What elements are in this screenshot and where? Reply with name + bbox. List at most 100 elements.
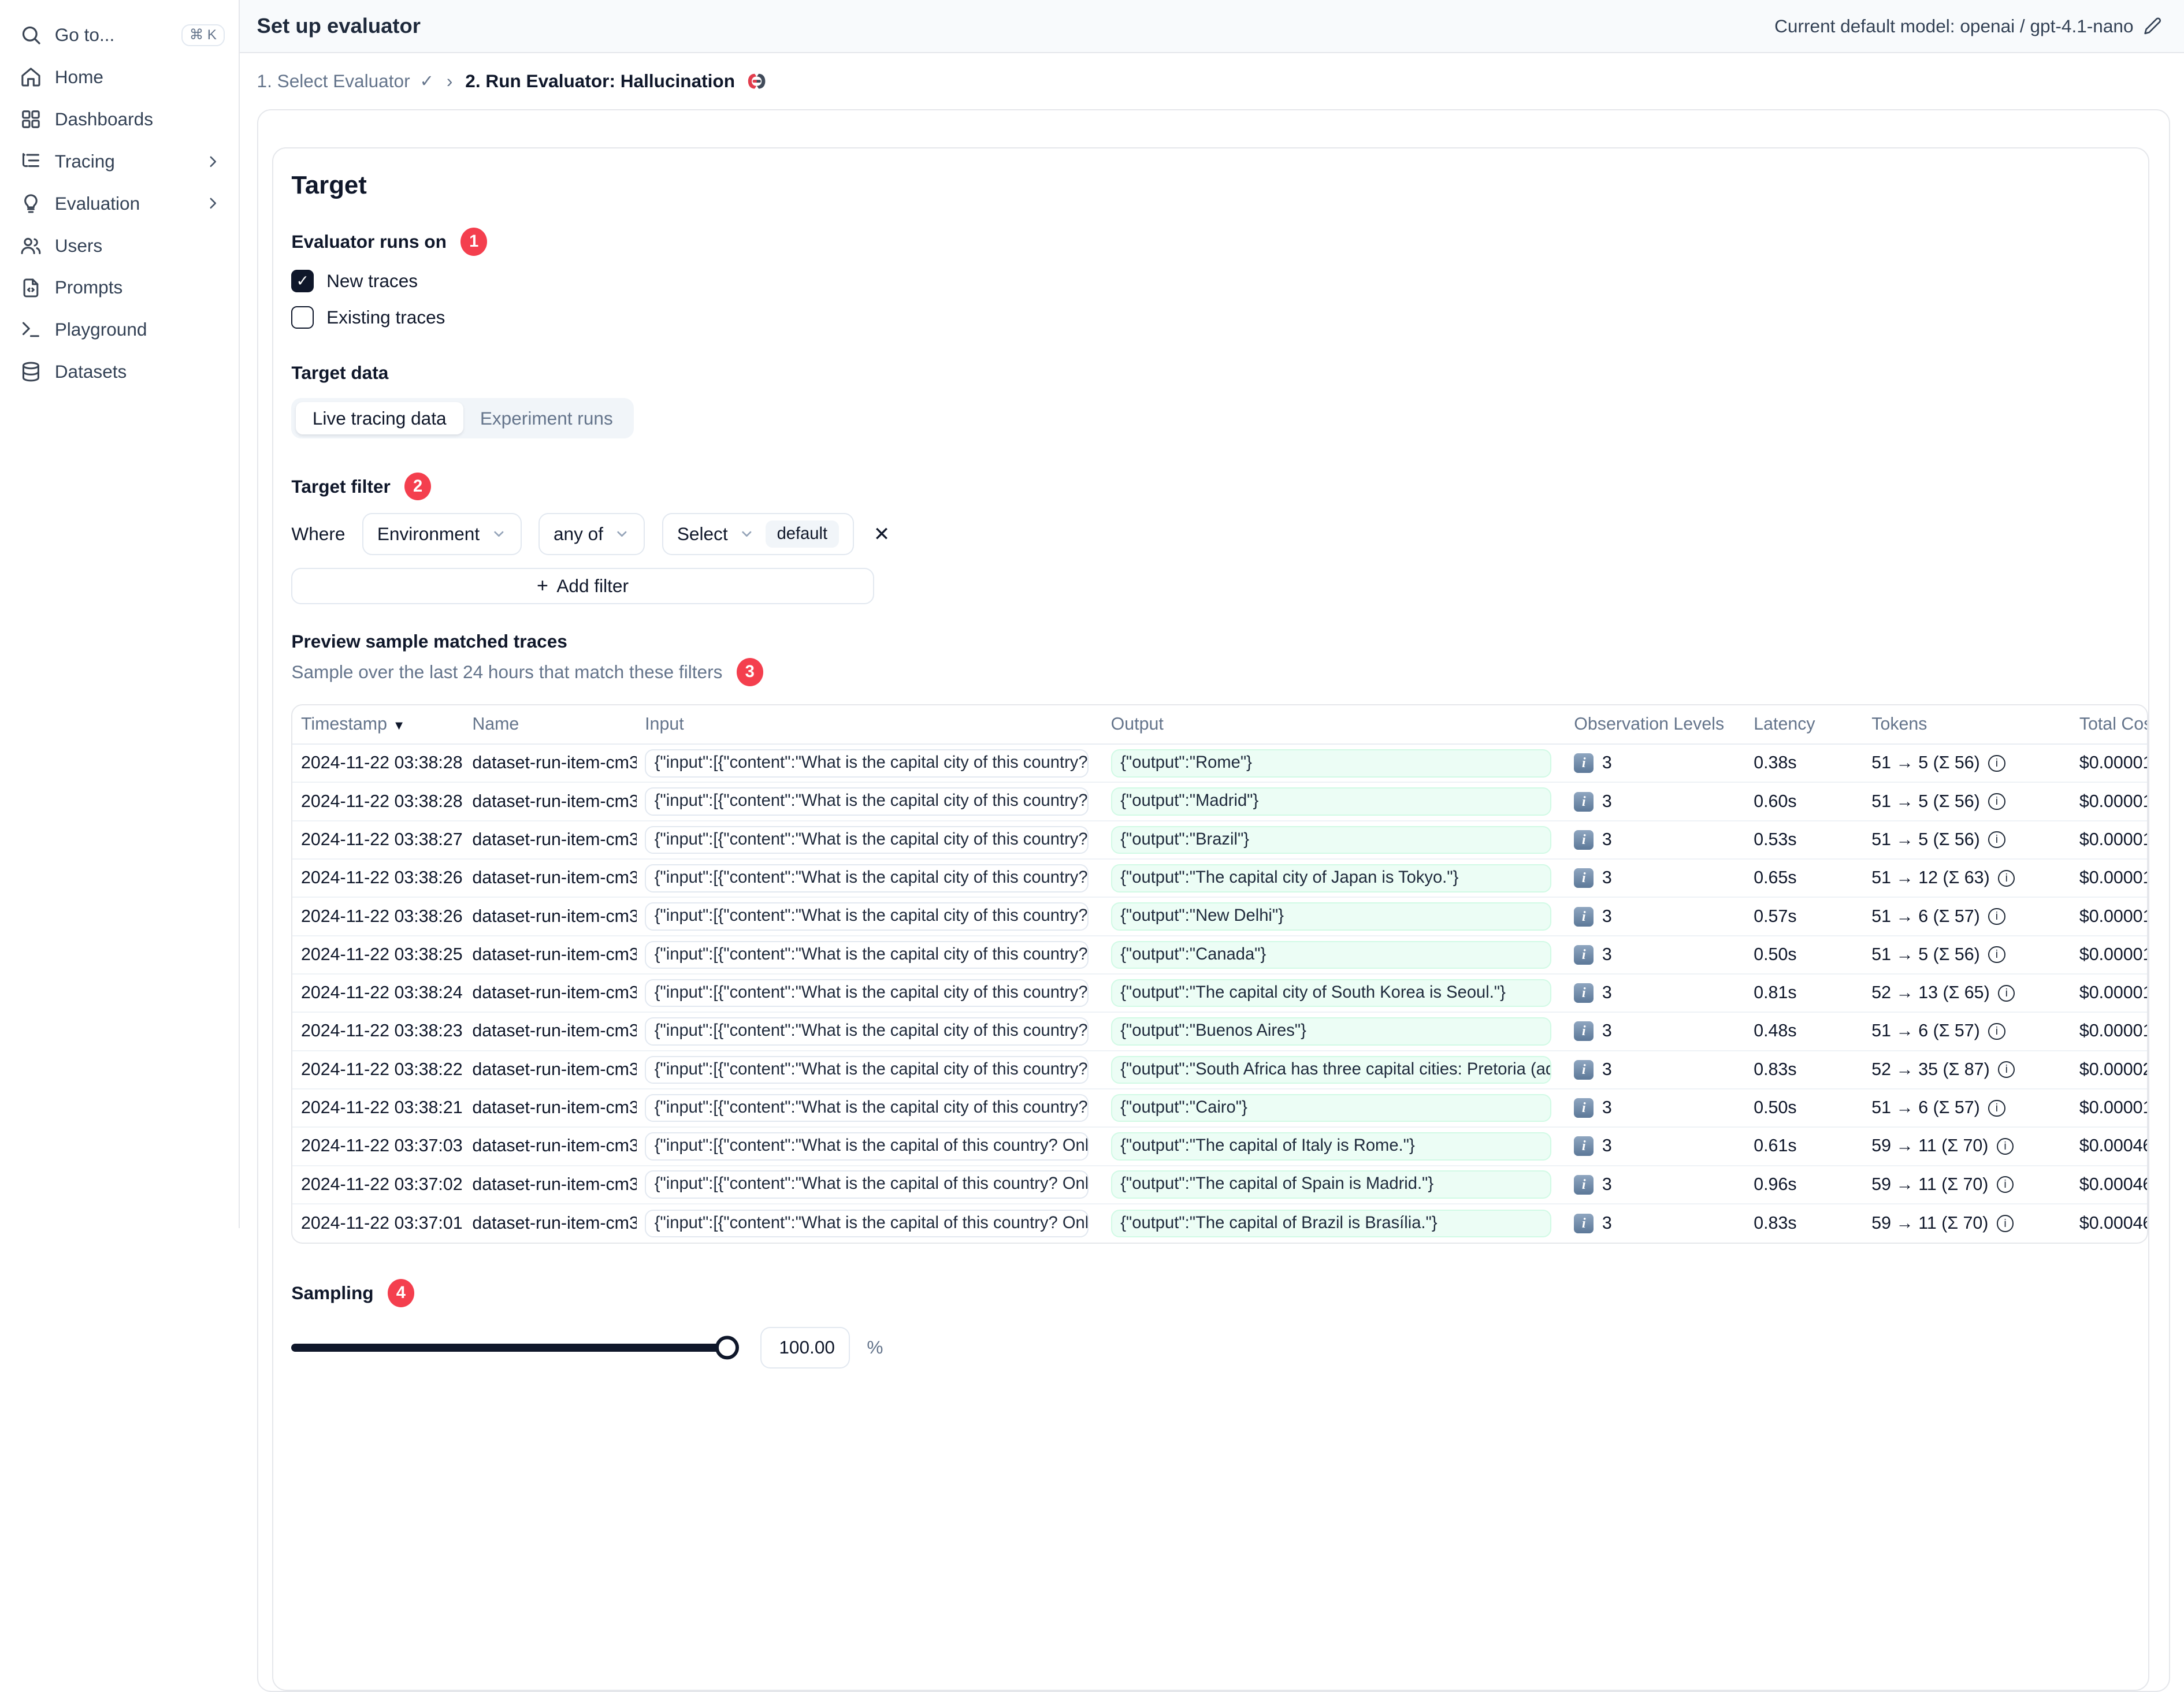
output-chip[interactable]: {"output":"Brazil"} — [1110, 825, 1552, 854]
output-chip[interactable]: {"output":"Canada"} — [1110, 940, 1552, 969]
input-chip[interactable]: {"input":[{"content":"What is the capita… — [645, 1170, 1089, 1199]
checkbox-checked-icon[interactable]: ✓ — [291, 269, 314, 292]
col-observation-levels[interactable]: Observation Levels — [1566, 715, 1745, 734]
info-circle-icon[interactable]: i — [1996, 1137, 2014, 1155]
output-chip[interactable]: {"output":"South Africa has three capita… — [1110, 1055, 1552, 1084]
annotation-badge-2: 2 — [404, 472, 432, 501]
col-timestamp[interactable]: Timestamp ▼ — [292, 715, 463, 734]
chevron-right-icon — [204, 194, 222, 213]
cell-input: {"input":[{"content":"What is the capita… — [637, 787, 1103, 816]
cell-observation-levels: i 3 — [1566, 830, 1745, 850]
input-chip[interactable]: {"input":[{"content":"What is the capita… — [645, 1132, 1089, 1161]
sidebar-item-datasets[interactable]: Datasets — [0, 351, 239, 393]
output-chip[interactable]: {"output":"The capital city of Japan is … — [1110, 864, 1552, 893]
tab-experiment-runs[interactable]: Experiment runs — [463, 402, 630, 434]
table-row[interactable]: 2024-11-22 03:38:25 dataset-run-item-cm3… — [292, 936, 2147, 975]
table-row[interactable]: 2024-11-22 03:38:23 dataset-run-item-cm3… — [292, 1013, 2147, 1051]
table-row[interactable]: 2024-11-22 03:38:27 dataset-run-item-cm3… — [292, 821, 2147, 860]
checkbox-new-traces[interactable]: ✓ New traces — [291, 269, 2148, 292]
table-row[interactable]: 2024-11-22 03:38:26 dataset-run-item-cm3… — [292, 898, 2147, 936]
input-chip[interactable]: {"input":[{"content":"What is the capita… — [645, 902, 1089, 931]
info-circle-icon[interactable]: i — [1988, 1022, 2005, 1040]
info-circle-icon[interactable]: i — [1998, 1061, 2015, 1079]
output-chip[interactable]: {"output":"The capital of Spain is Madri… — [1110, 1170, 1552, 1199]
remove-filter-icon[interactable]: ✕ — [871, 522, 893, 547]
table-row[interactable]: 2024-11-22 03:37:03 dataset-run-item-cm3… — [292, 1128, 2147, 1166]
output-chip[interactable]: {"output":"Rome"} — [1110, 749, 1552, 778]
shortcut-badge: ⌘ K — [181, 24, 225, 46]
col-tokens[interactable]: Tokens — [1863, 715, 2071, 734]
sidebar-item-home[interactable]: Home — [0, 56, 239, 98]
input-chip[interactable]: {"input":[{"content":"What is the capita… — [645, 1017, 1089, 1046]
info-circle-icon[interactable]: i — [1988, 1099, 2005, 1117]
info-circle-icon[interactable]: i — [1998, 984, 2015, 1002]
table-row[interactable]: 2024-11-22 03:38:22 dataset-run-item-cm3… — [292, 1051, 2147, 1089]
breadcrumb-step-1[interactable]: 1. Select Evaluator ✓ — [257, 70, 434, 92]
go-to-search[interactable]: Go to... ⌘ K — [0, 14, 239, 56]
add-filter-button[interactable]: + Add filter — [291, 567, 874, 605]
chevron-down-icon — [491, 526, 507, 542]
output-chip[interactable]: {"output":"Buenos Aires"} — [1110, 1017, 1552, 1046]
table-row[interactable]: 2024-11-22 03:37:01 dataset-run-item-cm3… — [292, 1204, 2147, 1243]
table-row[interactable]: 2024-11-22 03:38:24 dataset-run-item-cm3… — [292, 975, 2147, 1013]
info-circle-icon[interactable]: i — [1988, 946, 2005, 964]
breadcrumb-step-2[interactable]: 2. Run Evaluator: Hallucination — [465, 69, 768, 93]
info-level-icon: i — [1574, 983, 1594, 1003]
col-name[interactable]: Name — [464, 715, 637, 734]
tab-live-tracing-data[interactable]: Live tracing data — [295, 401, 463, 435]
input-chip[interactable]: {"input":[{"content":"What is the capita… — [645, 787, 1089, 816]
sampling-value-input[interactable] — [760, 1326, 850, 1369]
table-row[interactable]: 2024-11-22 03:38:21 dataset-run-item-cm3… — [292, 1089, 2147, 1128]
cell-observation-levels: i 3 — [1566, 944, 1745, 965]
col-input[interactable]: Input — [637, 715, 1103, 734]
output-chip[interactable]: {"output":"Cairo"} — [1110, 1094, 1552, 1122]
cell-total-cost: $0.00046 ( — [2079, 1174, 2148, 1194]
col-output[interactable]: Output — [1102, 715, 1566, 734]
target-data-tabs: Live tracing data Experiment runs — [291, 397, 634, 439]
checkbox-existing-traces[interactable]: Existing traces — [291, 306, 2148, 329]
output-chip[interactable]: {"output":"The capital city of South Kor… — [1110, 979, 1552, 1007]
output-chip[interactable]: {"output":"The capital of Italy is Rome.… — [1110, 1132, 1552, 1161]
output-chip[interactable]: {"output":"The capital of Brazil is Bras… — [1110, 1209, 1552, 1238]
search-icon — [20, 24, 42, 46]
sidebar-item-dashboards[interactable]: Dashboards — [0, 98, 239, 140]
input-chip[interactable]: {"input":[{"content":"What is the capita… — [645, 825, 1089, 854]
input-chip[interactable]: {"input":[{"content":"What is the capita… — [645, 864, 1089, 893]
input-chip[interactable]: {"input":[{"content":"What is the capita… — [645, 1055, 1089, 1084]
info-circle-icon[interactable]: i — [1998, 869, 2015, 887]
table-row[interactable]: 2024-11-22 03:38:28 dataset-run-item-cm3… — [292, 745, 2147, 783]
cell-input: {"input":[{"content":"What is the capita… — [637, 1170, 1103, 1199]
checkbox-unchecked-icon[interactable] — [291, 306, 314, 329]
table-row[interactable]: 2024-11-22 03:38:28 dataset-run-item-cm3… — [292, 783, 2147, 821]
filter-value-select[interactable]: Select default — [662, 513, 854, 556]
table-row[interactable]: 2024-11-22 03:37:02 dataset-run-item-cm3… — [292, 1166, 2148, 1204]
sampling-row: % — [291, 1326, 2148, 1369]
col-total-cost[interactable]: Total Cost — [2071, 715, 2147, 734]
info-circle-icon[interactable]: i — [1988, 793, 2005, 810]
input-chip[interactable]: {"input":[{"content":"What is the capita… — [645, 1209, 1089, 1238]
output-chip[interactable]: {"output":"Madrid"} — [1110, 787, 1552, 816]
filter-column-select[interactable]: Environment — [362, 513, 522, 556]
input-chip[interactable]: {"input":[{"content":"What is the capita… — [645, 940, 1089, 969]
info-circle-icon[interactable]: i — [1996, 1176, 2014, 1193]
table-row[interactable]: 2024-11-22 03:38:26 dataset-run-item-cm3… — [292, 860, 2147, 898]
col-latency[interactable]: Latency — [1745, 715, 1863, 734]
slider-thumb[interactable] — [715, 1336, 740, 1360]
sidebar-item-playground[interactable]: Playground — [0, 308, 239, 351]
info-circle-icon[interactable]: i — [1996, 1215, 2014, 1232]
sidebar-item-tracing[interactable]: Tracing — [0, 140, 239, 183]
filter-operator-select[interactable]: any of — [538, 513, 645, 556]
sampling-slider[interactable] — [291, 1336, 740, 1360]
info-circle-icon[interactable]: i — [1988, 754, 2005, 772]
info-level-icon: i — [1574, 1214, 1594, 1234]
sidebar-item-evaluation[interactable]: Evaluation — [0, 183, 239, 225]
sidebar-item-prompts[interactable]: Prompts — [0, 267, 239, 309]
edit-model-icon[interactable] — [2144, 17, 2162, 35]
output-chip[interactable]: {"output":"New Delhi"} — [1110, 902, 1552, 931]
input-chip[interactable]: {"input":[{"content":"What is the capita… — [645, 979, 1089, 1007]
sidebar-item-users[interactable]: Users — [0, 225, 239, 267]
input-chip[interactable]: {"input":[{"content":"What is the capita… — [645, 749, 1089, 778]
input-chip[interactable]: {"input":[{"content":"What is the capita… — [645, 1094, 1089, 1122]
info-circle-icon[interactable]: i — [1988, 908, 2005, 925]
info-circle-icon[interactable]: i — [1988, 831, 2005, 849]
